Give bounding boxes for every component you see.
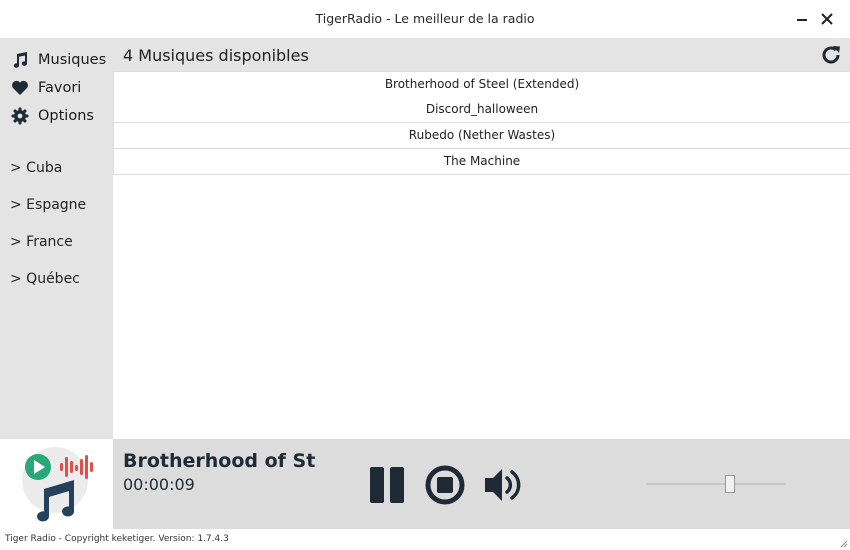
close-icon [821, 13, 833, 25]
sidebar-item-espagne[interactable]: > Espagne [10, 197, 86, 213]
minimize-button[interactable] [791, 8, 813, 30]
volume-slider-handle[interactable] [725, 475, 735, 493]
sidebar-item-options[interactable]: Options [10, 104, 94, 128]
song-row[interactable]: Brotherhood of Steel (Extended) [113, 71, 850, 98]
sidebar-item-favori[interactable]: Favori [10, 76, 81, 100]
copyright-text: Tiger Radio - Copyright keketiger. Versi… [5, 534, 229, 544]
elapsed-time: 00:00:09 [123, 475, 195, 494]
title-bar: TigerRadio - Le meilleur de la radio [0, 0, 850, 38]
resize-grip-icon[interactable] [838, 538, 848, 548]
pause-button[interactable] [366, 463, 410, 507]
music-icon [10, 50, 30, 70]
close-button[interactable] [816, 8, 838, 30]
sidebar-item-label: Favori [38, 80, 82, 96]
pause-icon [370, 467, 404, 503]
main-panel: 4 Musiques disponibles Brotherhood of St… [113, 38, 850, 439]
volume-icon [485, 469, 521, 501]
songs-count-label: 4 Musiques disponibles [123, 46, 309, 65]
sidebar-item-france[interactable]: > France [10, 234, 73, 250]
sidebar-item-label: Options [38, 108, 94, 124]
now-playing-title: Brotherhood of Steel (Extended) [123, 450, 315, 472]
refresh-icon [822, 46, 840, 64]
sidebar-item-quebec[interactable]: > Québec [10, 271, 80, 287]
song-row[interactable]: Discord_halloween [113, 97, 850, 123]
sidebar-item-label: Musiques [38, 52, 107, 68]
window-title: TigerRadio - Le meilleur de la radio [315, 11, 535, 26]
stop-icon [425, 465, 465, 505]
player-bar: Brotherhood of Steel (Extended) 00:00:09 [0, 439, 850, 529]
heart-icon [10, 78, 30, 98]
stop-button[interactable] [423, 463, 467, 507]
status-bar: Tiger Radio - Copyright keketiger. Versi… [0, 529, 850, 550]
song-row[interactable]: Rubedo (Nether Wastes) [113, 123, 850, 149]
volume-button[interactable] [482, 463, 526, 507]
sidebar-item-cuba[interactable]: > Cuba [10, 160, 62, 176]
volume-slider[interactable] [646, 483, 786, 485]
song-row[interactable]: The Machine [113, 149, 850, 175]
sidebar: Musiques Favori Options > Cuba > Espagne… [0, 38, 113, 439]
refresh-button[interactable] [820, 44, 842, 66]
gear-icon [10, 106, 30, 126]
list-header: 4 Musiques disponibles [113, 38, 850, 71]
app-logo [0, 439, 113, 529]
sidebar-item-musiques[interactable]: Musiques [10, 48, 106, 72]
